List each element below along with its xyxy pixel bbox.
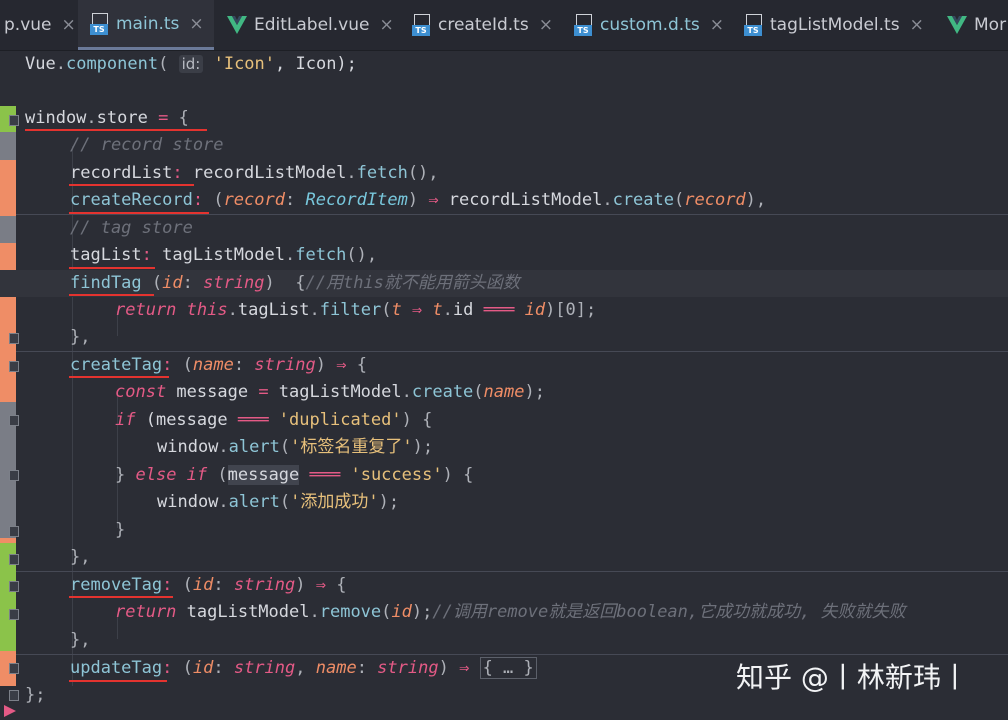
code-line[interactable]: } else if (message ═══ 'success') { bbox=[0, 462, 1008, 489]
tab-taglistmodel-ts[interactable]: TS tagListModel.ts × bbox=[744, 0, 924, 50]
code-editor[interactable]: Vue.component( id: 'Icon', Icon); window… bbox=[0, 51, 1008, 720]
code-line[interactable]: window.alert('添加成功'); bbox=[0, 489, 1008, 516]
code-line[interactable]: createRecord: (record: RecordItem) ⇒ rec… bbox=[0, 187, 1008, 214]
code-line[interactable]: if (message ═══ 'duplicated') { bbox=[0, 407, 1008, 434]
error-underline bbox=[69, 376, 169, 378]
close-icon[interactable]: × bbox=[910, 15, 924, 35]
error-underline bbox=[69, 267, 155, 269]
collapsed-region[interactable]: { … } bbox=[479, 657, 537, 679]
vue-icon bbox=[227, 16, 247, 34]
tab-label: Mor bbox=[974, 15, 1007, 35]
error-underline bbox=[69, 184, 194, 186]
code-line[interactable]: }, bbox=[0, 544, 1008, 571]
tab-label: EditLabel.vue bbox=[254, 15, 370, 35]
ts-file-icon: TS bbox=[744, 14, 764, 36]
tab-createid-ts[interactable]: TS createId.ts × bbox=[412, 0, 553, 50]
tab-editlabel-vue[interactable]: EditLabel.vue × bbox=[226, 0, 394, 50]
close-icon[interactable]: × bbox=[379, 15, 393, 35]
tab-app-vue[interactable]: p.vue × bbox=[0, 0, 76, 50]
code-line[interactable]: return tagListModel.remove(id);//调用remov… bbox=[0, 599, 1008, 626]
code-line[interactable]: }, bbox=[0, 627, 1008, 654]
tab-label: createId.ts bbox=[438, 15, 529, 35]
code-line[interactable]: tagList: tagListModel.fetch(), bbox=[0, 242, 1008, 269]
ts-file-icon: TS bbox=[412, 14, 432, 36]
tab-label: p.vue bbox=[4, 15, 52, 35]
code-line[interactable]: }, bbox=[0, 324, 1008, 351]
code-line-current[interactable]: findTag (id: string) {//用this就不能用箭头函数 bbox=[0, 270, 1008, 297]
ts-file-icon: TS bbox=[90, 12, 110, 35]
code-line[interactable]: removeTag: (id: string) ⇒ { bbox=[0, 572, 1008, 599]
code-line[interactable]: Vue.component( id: 'Icon', Icon); bbox=[0, 51, 1008, 78]
tab-more-vue[interactable]: Mor bbox=[946, 0, 1006, 50]
code-line[interactable]: createTag: (name: string) ⇒ { bbox=[0, 352, 1008, 379]
editor-tab-bar: p.vue × TS main.ts × EditLabel.vue × TS … bbox=[0, 0, 1008, 51]
arrow-marker-icon bbox=[4, 705, 16, 717]
error-underline bbox=[25, 129, 207, 131]
close-icon[interactable]: × bbox=[710, 15, 724, 35]
close-icon[interactable]: × bbox=[539, 15, 553, 35]
code-line[interactable]: recordList: recordListModel.fetch(), bbox=[0, 160, 1008, 187]
close-icon[interactable]: × bbox=[62, 15, 76, 35]
code-line[interactable]: const message = tagListModel.create(name… bbox=[0, 379, 1008, 406]
code-line[interactable]: window.alert('标签名重复了'); bbox=[0, 434, 1008, 461]
code-line[interactable]: window.store = { bbox=[0, 105, 1008, 132]
tab-label: custom.d.ts bbox=[600, 15, 700, 35]
code-line[interactable]: // record store bbox=[0, 132, 1008, 159]
tab-label: main.ts bbox=[116, 13, 180, 34]
error-underline bbox=[69, 596, 173, 598]
code-line[interactable]: } bbox=[0, 517, 1008, 544]
error-underline bbox=[69, 294, 154, 296]
tab-custom-d-ts[interactable]: TS custom.d.ts × bbox=[574, 0, 724, 50]
code-line[interactable]: // tag store bbox=[0, 215, 1008, 242]
close-icon[interactable]: × bbox=[189, 14, 203, 34]
watermark: 知乎 @丨林新玮丨 bbox=[736, 661, 969, 694]
code-line[interactable]: return this.tagList.filter(t ⇒ t.id ═══ … bbox=[0, 297, 1008, 324]
tab-label: tagListModel.ts bbox=[770, 15, 900, 35]
vue-icon bbox=[947, 16, 967, 34]
ts-file-icon: TS bbox=[574, 14, 594, 36]
parameter-hint: id: bbox=[178, 55, 204, 73]
tab-main-ts[interactable]: TS main.ts × bbox=[78, 0, 214, 50]
